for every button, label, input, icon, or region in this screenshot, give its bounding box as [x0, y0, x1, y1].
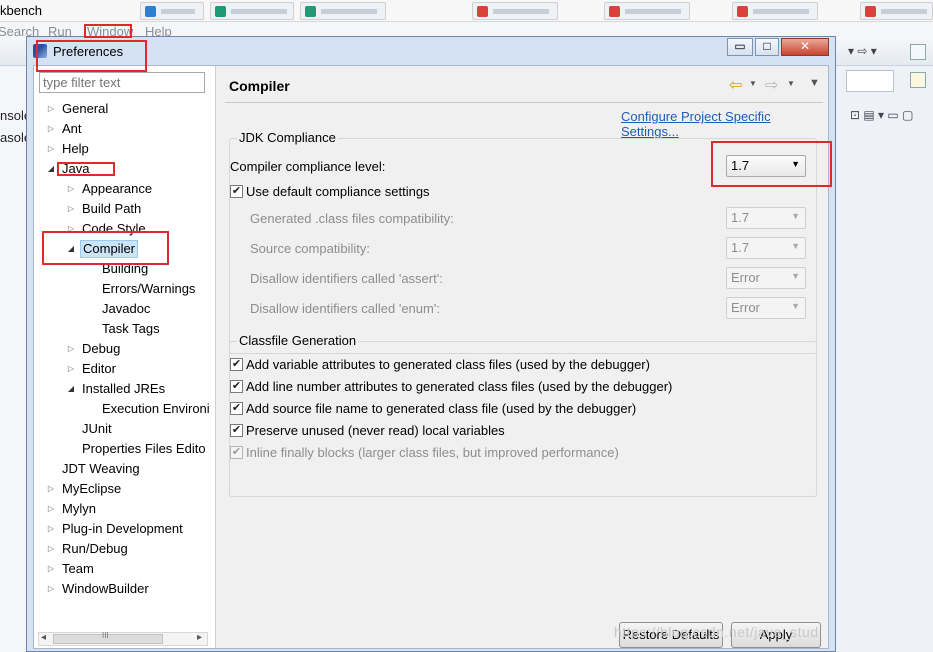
forward-dropdown-icon[interactable]: ▼	[787, 79, 795, 88]
taskbar-tab[interactable]	[604, 2, 690, 20]
collapse-arrow-icon[interactable]: ◢	[66, 379, 76, 399]
scrollbar-thumb[interactable]: III	[53, 631, 163, 644]
annotation-box-compiler	[42, 231, 169, 265]
open-perspective-icon[interactable]	[910, 72, 926, 88]
expand-arrow-icon[interactable]: ▷	[46, 539, 56, 559]
expand-arrow-icon[interactable]: ▷	[46, 499, 56, 519]
dropdown-icon[interactable]: ▾ ⇨ ▾	[848, 44, 877, 58]
scroll-right-icon[interactable]: ▸	[197, 632, 202, 643]
close-button[interactable]: ✕	[781, 38, 829, 56]
taskbar-tab[interactable]	[140, 2, 204, 20]
minimize-icon: ▭	[734, 39, 746, 53]
disallow-enum-select[interactable]: Error ▼	[726, 297, 806, 319]
expand-arrow-icon[interactable]: ▷	[46, 519, 56, 539]
expand-arrow-icon[interactable]: ▷	[66, 179, 76, 199]
minimize-button[interactable]: ▭	[727, 38, 753, 56]
expand-arrow-icon[interactable]: ▷	[46, 559, 56, 579]
filter-input[interactable]	[39, 72, 205, 93]
back-dropdown-icon[interactable]: ▼	[749, 79, 757, 88]
dropdown-arrow-icon: ▼	[791, 301, 800, 311]
compliance-level-label: Compiler compliance level:	[230, 159, 386, 174]
generated-compat-select[interactable]: 1.7 ▼	[726, 207, 806, 229]
group-label: JDK Compliance	[237, 130, 338, 145]
preserve-unused-checkbox[interactable]: ✔	[230, 424, 243, 437]
classfile-generation-group: Classfile Generation ✔ Add variable attr…	[229, 333, 817, 497]
forward-arrow-icon[interactable]: ⇨	[765, 75, 778, 95]
variable-attributes-label: Add variable attributes to generated cla…	[246, 357, 650, 372]
taskbar-tab[interactable]	[860, 2, 933, 20]
page-header: Compiler ⇦ ▼ ⇨ ▼ ▼	[221, 66, 829, 104]
taskbar-tab[interactable]	[210, 2, 294, 20]
expand-arrow-icon[interactable]: ▷	[46, 479, 56, 499]
expand-arrow-icon[interactable]: ▷	[66, 339, 76, 359]
expand-arrow-icon[interactable]: ▷	[46, 579, 56, 599]
source-compat-select[interactable]: 1.7 ▼	[726, 237, 806, 259]
scroll-left-icon[interactable]: ◂	[41, 632, 46, 643]
inline-finally-label: Inline finally blocks (larger class file…	[246, 445, 619, 460]
disallow-assert-label: Disallow identifiers called 'assert':	[250, 271, 443, 286]
annotation-box-window-menu	[84, 24, 132, 38]
tree-horizontal-scrollbar[interactable]: ◂ III ▸	[38, 631, 208, 646]
perspective-icon[interactable]	[910, 44, 926, 60]
watermark-text: https://blog.csdn.net/java_stud	[614, 624, 819, 640]
back-arrow-icon[interactable]: ⇦	[729, 75, 742, 95]
taskbar-tab[interactable]	[300, 2, 386, 20]
workbench-right-pane	[836, 66, 933, 652]
workbench-title: kbench	[0, 3, 42, 18]
taskbar-tab[interactable]	[472, 2, 558, 20]
collapse-arrow-icon[interactable]: ◢	[46, 159, 56, 179]
source-file-name-checkbox[interactable]: ✔	[230, 402, 243, 415]
source-compat-label: Source compatibility:	[250, 241, 370, 256]
generated-compat-label: Generated .class files compatibility:	[250, 211, 454, 226]
workbench-left-pane: nsole asole	[0, 66, 31, 652]
preferences-dialog: Preferences ▭ □ ✕ ▷General ▷Ant ▷Help ◢J…	[26, 36, 836, 652]
use-default-checkbox[interactable]: ✔	[230, 185, 243, 198]
use-default-label: Use default compliance settings	[246, 184, 430, 199]
expand-arrow-icon[interactable]: ▷	[66, 199, 76, 219]
configure-project-settings-link[interactable]: Configure Project Specific Settings...	[621, 109, 829, 139]
view-toolbar-icons[interactable]: ⊡ ▤ ▾ ▭ ▢	[850, 108, 913, 122]
disallow-enum-label: Disallow identifiers called 'enum':	[250, 301, 440, 316]
expand-arrow-icon[interactable]: ▷	[46, 139, 56, 159]
header-separator	[225, 102, 823, 103]
dropdown-arrow-icon: ▼	[791, 241, 800, 251]
line-number-attributes-label: Add line number attributes to generated …	[246, 379, 673, 394]
view-menu-icon[interactable]: ▼	[809, 77, 820, 89]
maximize-button[interactable]: □	[755, 38, 779, 56]
maximize-icon: □	[763, 39, 771, 53]
expand-arrow-icon[interactable]: ▷	[66, 359, 76, 379]
close-icon: ✕	[799, 39, 811, 53]
preserve-unused-label: Preserve unused (never read) local varia…	[246, 423, 505, 438]
annotation-box-preferences	[36, 40, 147, 72]
variable-attributes-checkbox[interactable]: ✔	[230, 358, 243, 371]
line-number-attributes-checkbox[interactable]: ✔	[230, 380, 243, 393]
workbench-quick-access[interactable]	[846, 70, 894, 92]
taskbar-tab[interactable]	[732, 2, 818, 20]
annotation-box-compliance-level	[711, 141, 832, 187]
dialog-body: ▷General ▷Ant ▷Help ◢Java ▷Appearance ▷B…	[33, 65, 829, 649]
dropdown-arrow-icon: ▼	[791, 211, 800, 221]
annotation-box-java	[57, 162, 115, 176]
dropdown-arrow-icon: ▼	[791, 271, 800, 281]
preferences-tree-pane: ▷General ▷Ant ▷Help ◢Java ▷Appearance ▷B…	[34, 66, 216, 648]
page-title: Compiler	[229, 78, 290, 94]
expand-arrow-icon[interactable]: ▷	[46, 119, 56, 139]
disallow-assert-select[interactable]: Error ▼	[726, 267, 806, 289]
group-label: Classfile Generation	[237, 333, 359, 348]
expand-arrow-icon[interactable]: ▷	[46, 99, 56, 119]
source-file-name-label: Add source file name to generated class …	[246, 401, 637, 416]
workbench-titlebar: kbench	[0, 0, 933, 22]
inline-finally-checkbox[interactable]: ✔	[230, 446, 243, 459]
